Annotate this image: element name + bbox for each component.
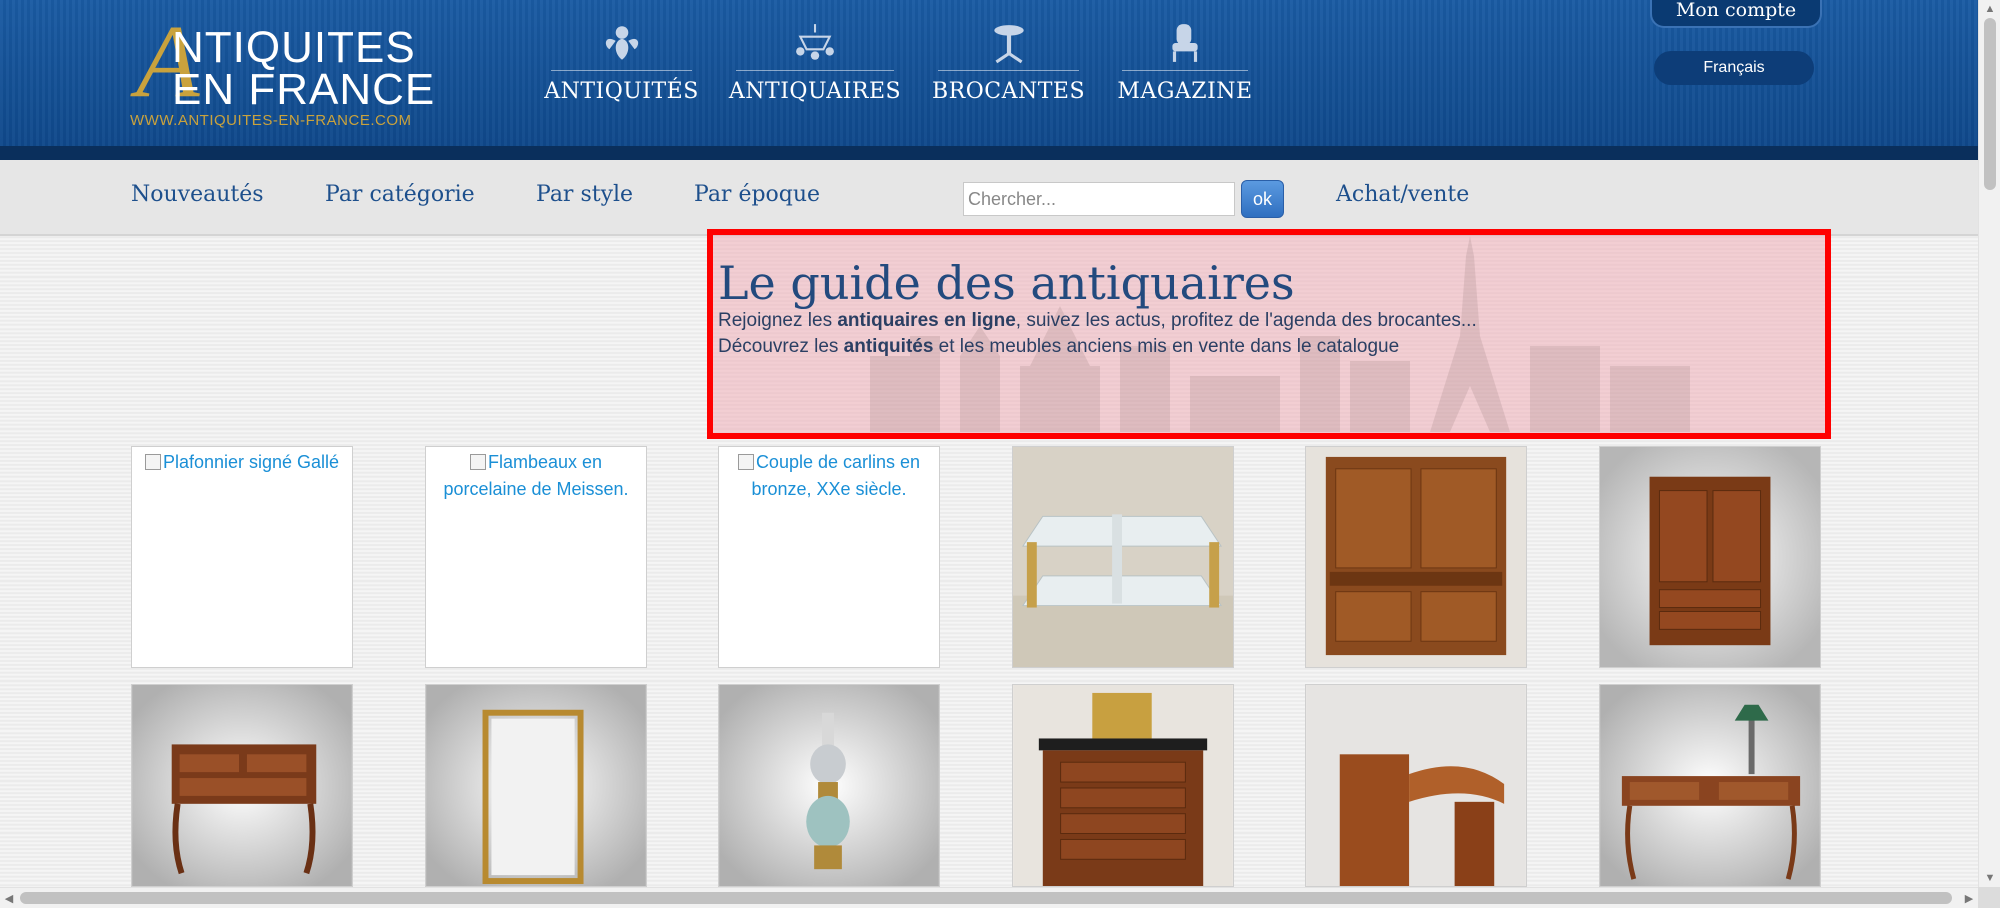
oil-lamp-image	[719, 685, 939, 886]
dressing-table-image	[132, 685, 352, 886]
product-photo-glass-coffee-table[interactable]	[1012, 446, 1234, 668]
product-photo-art-deco-desk[interactable]	[1305, 684, 1527, 887]
product-image-alt[interactable]: Couple de carlins en bronze, XXe siècle.	[719, 447, 939, 503]
nav-rule	[551, 70, 692, 71]
product-tile[interactable]: Flambeaux en porcelaine de Meissen.	[425, 446, 647, 668]
broken-image-icon	[469, 454, 486, 470]
product-photo-dressing-table[interactable]	[131, 684, 353, 887]
subnav-nouveautes[interactable]: Nouveautés	[131, 182, 264, 207]
mahogany-chest-image	[1013, 685, 1233, 886]
walnut-buffet-image	[1306, 447, 1526, 667]
subnav-par-epoque[interactable]: Par époque	[694, 182, 820, 207]
guide-title: Le guide des antiquaires	[718, 256, 1295, 310]
nav-brocantes[interactable]: BROCANTES	[932, 22, 1085, 112]
nav-rule	[736, 70, 894, 71]
vertical-scroll-thumb[interactable]	[1984, 18, 1996, 190]
scrollbar-corner	[1978, 887, 2000, 908]
vertical-scrollbar[interactable]: ▲ ▼	[1978, 0, 2000, 887]
nav-antiquaires[interactable]: ANTIQUAIRES	[729, 22, 901, 112]
subnav-par-style[interactable]: Par style	[536, 182, 633, 207]
product-photo-writing-desk[interactable]	[1599, 684, 1821, 887]
nav-brocantes-label: BROCANTES	[931, 79, 1086, 104]
pedestal-table-icon	[993, 25, 1024, 64]
subnav-par-categorie[interactable]: Par catégorie	[325, 182, 475, 207]
product-photo-gilt-mirror[interactable]	[425, 684, 647, 887]
language-selector[interactable]: Français	[1654, 51, 1814, 85]
scroll-right-arrow-icon[interactable]: ▶	[1960, 888, 1978, 908]
nav-antiquites-label: ANTIQUITÉS	[544, 79, 699, 104]
product-tile[interactable]: Plafonnier signé Gallé	[131, 446, 353, 668]
gilt-mirror-image	[426, 685, 646, 886]
search-submit-button[interactable]: ok	[1241, 180, 1284, 218]
chandelier-icon	[796, 24, 834, 60]
guide-link-antiquaires[interactable]: antiquaires en ligne	[837, 310, 1015, 331]
broken-image-icon	[737, 454, 754, 470]
product-photo-oil-lamp[interactable]	[718, 684, 940, 887]
product-tile[interactable]: Couple de carlins en bronze, XXe siècle.	[718, 446, 940, 668]
product-image-alt[interactable]: Flambeaux en porcelaine de Meissen.	[426, 447, 646, 503]
small-cabinet-image	[1600, 447, 1820, 667]
site-logo[interactable]: A NTIQUITES EN FRANCE WWW.ANTIQUITES-EN-…	[130, 10, 440, 134]
glass-coffee-table-image	[1013, 447, 1233, 667]
subnav-achat-vente[interactable]: Achat/vente	[1336, 182, 1469, 207]
broken-image-icon	[144, 454, 161, 470]
nav-magazine[interactable]: MAGAZINE	[1117, 22, 1252, 112]
logo-url: WWW.ANTIQUITES-EN-FRANCE.COM	[130, 112, 412, 129]
product-image-alt[interactable]: Plafonnier signé Gallé	[132, 447, 352, 476]
armchair-icon	[1172, 24, 1198, 62]
nav-antiquites[interactable]: ANTIQUITÉS	[544, 22, 698, 112]
scroll-left-arrow-icon[interactable]: ◀	[0, 888, 18, 908]
header-band	[0, 146, 1978, 160]
logo-text-line2: EN FRANCE	[172, 65, 436, 114]
horizontal-scrollbar[interactable]: ◀ ▶	[0, 887, 2000, 908]
logo-text-line1: NTIQUITES	[172, 23, 416, 72]
product-photo-walnut-buffet[interactable]	[1305, 446, 1527, 668]
search-input[interactable]	[963, 182, 1235, 216]
product-photo-small-cabinet[interactable]	[1599, 446, 1821, 668]
cherub-icon	[605, 26, 638, 60]
writing-desk-image	[1600, 685, 1820, 886]
sub-navigation: Nouveautés Par catégorie Par style Par é…	[0, 160, 1978, 236]
guide-intro-line-1: Rejoignez les antiquaires en ligne, suiv…	[718, 310, 1477, 331]
nav-rule	[938, 70, 1079, 71]
scroll-down-arrow-icon[interactable]: ▼	[1979, 869, 2000, 887]
my-account-button[interactable]: Mon compte	[1650, 0, 1822, 28]
nav-rule	[1122, 70, 1248, 71]
nav-antiquaires-label: ANTIQUAIRES	[728, 79, 902, 104]
nav-magazine-label: MAGAZINE	[1117, 79, 1253, 104]
scroll-up-arrow-icon[interactable]: ▲	[1979, 0, 2000, 18]
guide-intro-line-2: Découvrez les antiquités et les meubles …	[718, 336, 1400, 357]
art-deco-desk-image	[1306, 685, 1526, 886]
horizontal-scroll-thumb[interactable]	[20, 892, 1952, 904]
product-photo-mahogany-chest[interactable]	[1012, 684, 1234, 887]
guide-link-antiquites[interactable]: antiquités	[844, 336, 934, 357]
